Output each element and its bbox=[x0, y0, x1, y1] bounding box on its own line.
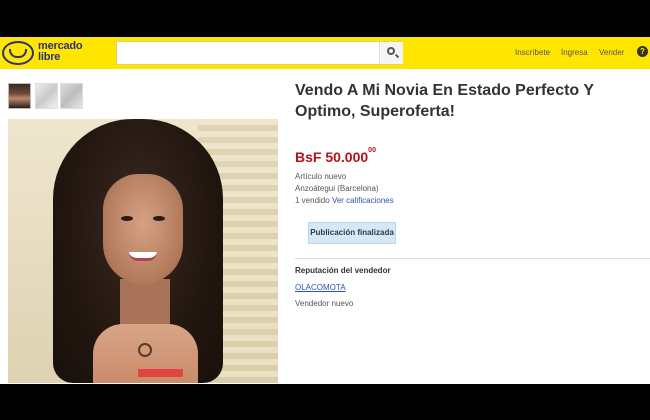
listing-price: BsF 50.00000 bbox=[295, 147, 376, 165]
sold-info: 1 vendido Ver calificaciones bbox=[295, 196, 394, 205]
nav-sell-link[interactable]: Vender bbox=[599, 48, 624, 57]
nav-login-link[interactable]: Ingresa bbox=[561, 48, 588, 57]
search-button[interactable] bbox=[379, 42, 403, 64]
seller-status: Vendedor nuevo bbox=[295, 299, 354, 308]
seller-reputation-title: Reputación del vendedor bbox=[295, 266, 391, 275]
sold-count: 1 vendido bbox=[295, 196, 330, 205]
thumbnail-2[interactable] bbox=[35, 83, 58, 109]
thumbnail-3[interactable] bbox=[60, 83, 83, 109]
section-divider bbox=[295, 258, 650, 259]
mercadolibre-logo[interactable]: mercado libre bbox=[2, 39, 96, 67]
seller-name-link[interactable]: OLACOMOTA bbox=[295, 283, 346, 292]
price-cents: 00 bbox=[368, 147, 376, 154]
search-icon bbox=[387, 47, 395, 55]
logo-wordmark: mercado libre bbox=[38, 41, 83, 63]
ratings-link[interactable]: Ver calificaciones bbox=[332, 196, 394, 205]
nav-register-link[interactable]: Inscríbete bbox=[515, 48, 550, 57]
item-condition: Artículo nuevo bbox=[295, 172, 347, 181]
search-input[interactable] bbox=[117, 42, 379, 64]
help-icon[interactable]: ? bbox=[637, 46, 648, 57]
price-main: BsF 50.000 bbox=[295, 149, 369, 165]
main-product-photo[interactable] bbox=[8, 119, 278, 383]
header-bar: mercado libre Inscríbete Ingresa Vender … bbox=[0, 37, 650, 69]
handshake-logo-icon bbox=[2, 41, 34, 65]
item-location: Anzoátegui (Barcelona) bbox=[295, 184, 379, 193]
page-frame: mercado libre Inscríbete Ingresa Vender … bbox=[0, 37, 650, 384]
logo-line-2: libre bbox=[38, 51, 61, 63]
search-box bbox=[116, 41, 403, 65]
listing-status-button[interactable]: Publicación finalizada bbox=[308, 222, 396, 244]
listing-title: Vendo A Mi Novia En Estado Perfecto Y Op… bbox=[295, 82, 594, 120]
thumbnail-1[interactable] bbox=[8, 83, 31, 109]
